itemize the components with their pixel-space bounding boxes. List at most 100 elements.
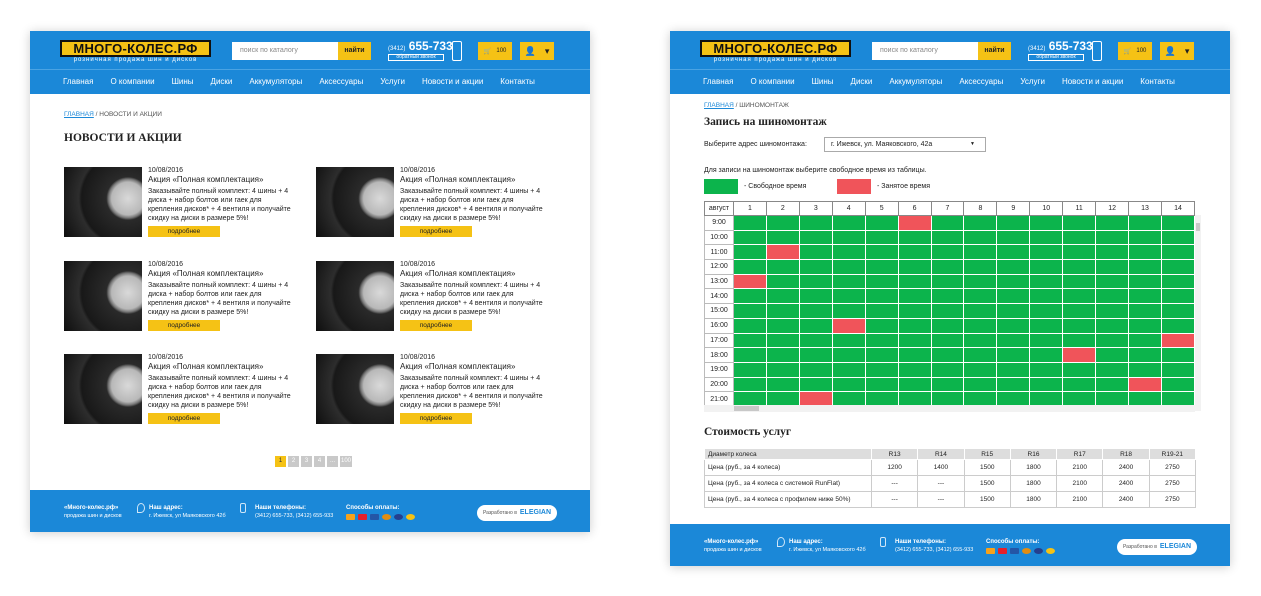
slot-free[interactable] [1062,361,1097,378]
user-button[interactable]: 👤 ▾ [520,42,554,60]
slot-free[interactable] [1160,273,1196,290]
slot-free[interactable] [1062,376,1097,393]
nav-item-accessories[interactable]: Аксессуары [319,70,363,94]
slot-free[interactable] [798,332,833,349]
slot-free[interactable] [733,303,767,319]
slot-free[interactable] [1095,317,1130,334]
page-button[interactable]: 100 [340,456,352,467]
nav-item-tires[interactable]: Шины [812,70,834,94]
slot-free[interactable] [1062,303,1097,319]
slot-free[interactable] [798,229,833,246]
slot-free[interactable] [930,347,965,363]
slot-free[interactable] [733,361,767,378]
slot-free[interactable] [1128,332,1162,349]
scrollbar-thumb[interactable] [1196,223,1200,231]
slot-free[interactable] [864,347,899,363]
slot-free[interactable] [1029,332,1064,349]
more-button[interactable]: подробнее [400,226,472,237]
slot-free[interactable] [798,317,833,334]
slot-free[interactable] [930,244,965,261]
slot-free[interactable] [864,215,899,231]
developer-badge[interactable]: Разработано в ELEGIAN [1117,539,1197,555]
slot-free[interactable] [1029,376,1064,393]
slot-free[interactable] [1029,215,1064,231]
tire-image[interactable] [64,167,142,237]
slot-free[interactable] [1128,317,1162,334]
more-button[interactable]: подробнее [148,320,220,331]
slot-free[interactable] [930,259,965,275]
nav-item-contacts[interactable]: Контакты [500,70,535,94]
slot-free[interactable] [996,229,1031,246]
slot-free[interactable] [1029,229,1064,246]
search-input[interactable]: поиск по каталогу [232,42,338,60]
nav-item-news[interactable]: Новости и акции [1062,70,1123,94]
slot-free[interactable] [765,376,800,393]
slot-free[interactable] [864,317,899,334]
horizontal-scrollbar[interactable] [704,405,1195,412]
news-title[interactable]: Акция «Полная комплектация» [148,269,263,278]
vertical-scrollbar[interactable] [1195,215,1201,411]
slot-free[interactable] [1062,244,1097,261]
slot-free[interactable] [897,229,932,246]
slot-free[interactable] [897,259,932,275]
slot-free[interactable] [733,229,767,246]
slot-free[interactable] [963,347,998,363]
slot-free[interactable] [1029,347,1064,363]
nav-item-about[interactable]: О компании [110,70,154,94]
slot-free[interactable] [1095,288,1130,305]
slot-free[interactable] [733,332,767,349]
nav-item-tires[interactable]: Шины [172,70,194,94]
slot-free[interactable] [733,347,767,363]
slot-free[interactable] [1062,273,1097,290]
slot-free[interactable] [1062,259,1097,275]
slot-free[interactable] [930,303,965,319]
slot-free[interactable] [1095,376,1130,393]
nav-item-accessories[interactable]: Аксессуары [959,70,1003,94]
more-button[interactable]: подробнее [148,413,220,424]
slot-free[interactable] [765,273,800,290]
slot-free[interactable] [765,361,800,378]
slot-free[interactable] [1160,259,1196,275]
site-logo[interactable]: МНОГО-КОЛЕС.РФ [700,40,851,57]
tire-image[interactable] [64,261,142,331]
slot-free[interactable] [996,259,1031,275]
news-title[interactable]: Акция «Полная комплектация» [400,269,515,278]
slot-free[interactable] [1095,244,1130,261]
slot-free[interactable] [765,288,800,305]
slot-free[interactable] [963,273,998,290]
slot-free[interactable] [930,376,965,393]
slot-free[interactable] [864,229,899,246]
slot-free[interactable] [864,259,899,275]
tire-image[interactable] [316,261,394,331]
slot-free[interactable] [798,347,833,363]
slot-free[interactable] [765,259,800,275]
slot-free[interactable] [733,244,767,261]
nav-item-home[interactable]: Главная [63,70,93,94]
news-title[interactable]: Акция «Полная комплектация» [400,362,515,371]
page-button[interactable]: 1 [275,456,286,467]
slot-free[interactable] [1160,303,1196,319]
slot-free[interactable] [897,361,932,378]
slot-free[interactable] [1095,273,1130,290]
slot-free[interactable] [765,303,800,319]
slot-free[interactable] [831,361,866,378]
slot-free[interactable] [996,376,1031,393]
slot-free[interactable] [798,215,833,231]
slot-free[interactable] [963,376,998,393]
slot-free[interactable] [1095,215,1130,231]
nav-item-services[interactable]: Услуги [380,70,405,94]
slot-free[interactable] [996,361,1031,378]
slot-free[interactable] [1128,273,1162,290]
callback-button[interactable]: обратный звонок [388,54,444,61]
slot-free[interactable] [930,361,965,378]
slot-free[interactable] [1160,215,1196,231]
slot-free[interactable] [1095,347,1130,363]
slot-free[interactable] [765,347,800,363]
address-select[interactable]: г. Ижевск, ул. Маяковского, 42а ▼ [824,137,986,152]
slot-free[interactable] [1128,229,1162,246]
slot-free[interactable] [1160,361,1196,378]
slot-free[interactable] [798,244,833,261]
nav-item-services[interactable]: Услуги [1020,70,1045,94]
slot-free[interactable] [1128,303,1162,319]
slot-free[interactable] [963,215,998,231]
